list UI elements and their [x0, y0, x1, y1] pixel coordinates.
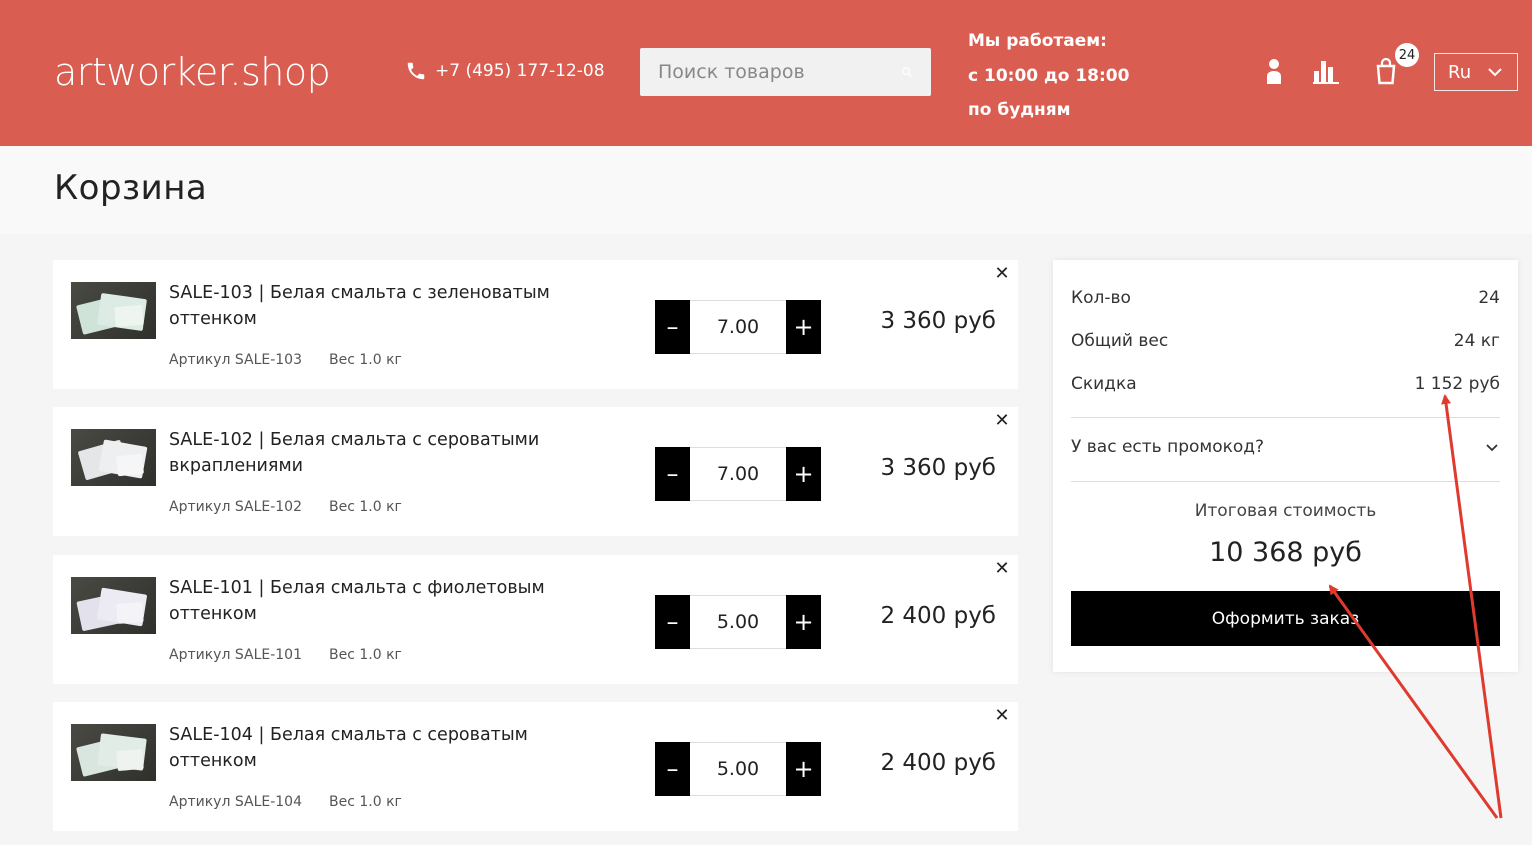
cart-item: SALE-104 | Белая смальта с сероватым отт… — [53, 702, 1018, 831]
product-image[interactable] — [71, 282, 156, 339]
close-icon[interactable]: ✕ — [993, 410, 1011, 431]
decrease-button[interactable]: – — [655, 447, 690, 501]
total-value: 10 368 руб — [1209, 537, 1362, 568]
language-value: Ru — [1448, 61, 1472, 83]
search-input[interactable] — [658, 61, 901, 83]
quantity-stepper: – 5.00 + — [655, 742, 821, 796]
summary-qty-row: Кол-во 24 — [1071, 288, 1500, 308]
product-weight: Вес 1.0 кг — [329, 499, 402, 515]
decrease-button[interactable]: – — [655, 742, 690, 796]
hours-line: Мы работаем: — [968, 31, 1107, 51]
product-image[interactable] — [71, 429, 156, 486]
product-name[interactable]: SALE-104 | Белая смальта с сероватым отт… — [169, 722, 609, 774]
phone-link[interactable]: +7 (495) 177-12-08 — [405, 60, 605, 82]
decrease-button[interactable]: – — [655, 595, 690, 649]
promo-code-label: У вас есть промокод? — [1071, 437, 1265, 457]
close-icon[interactable]: ✕ — [993, 705, 1011, 726]
quantity-stepper: – 7.00 + — [655, 447, 821, 501]
promo-code-toggle[interactable]: У вас есть промокод? — [1071, 437, 1500, 457]
chevron-down-icon — [1486, 444, 1498, 452]
product-sku: Артикул SALE-104 — [169, 794, 302, 810]
summary-qty-label: Кол-во — [1071, 288, 1131, 308]
summary-discount-label: Скидка — [1071, 374, 1137, 394]
quantity-value[interactable]: 5.00 — [690, 595, 786, 649]
item-price: 3 360 руб — [880, 455, 996, 481]
summary-weight-value: 24 кг — [1453, 331, 1500, 351]
increase-button[interactable]: + — [786, 447, 821, 501]
product-name[interactable]: SALE-101 | Белая смальта с фиолетовым от… — [169, 575, 609, 627]
decrease-button[interactable]: – — [655, 300, 690, 354]
summary-weight-row: Общий вес 24 кг — [1071, 331, 1500, 351]
product-name[interactable]: SALE-102 | Белая смальта с сероватыми вк… — [169, 427, 609, 479]
increase-button[interactable]: + — [786, 742, 821, 796]
product-meta: Артикул SALE-103 Вес 1.0 кг — [169, 352, 402, 368]
total-label: Итоговая стоимость — [1194, 501, 1377, 521]
product-meta: Артикул SALE-104 Вес 1.0 кг — [169, 794, 402, 810]
quantity-value[interactable]: 7.00 — [690, 447, 786, 501]
summary-discount-value: 1 152 руб — [1414, 374, 1500, 394]
product-weight: Вес 1.0 кг — [329, 647, 402, 663]
chevron-down-icon — [1488, 68, 1502, 77]
checkout-button[interactable]: Оформить заказ — [1071, 591, 1500, 646]
hours-line: по будням — [968, 100, 1071, 120]
close-icon[interactable]: ✕ — [993, 558, 1011, 579]
search-icon[interactable] — [901, 62, 913, 82]
search-box — [640, 48, 931, 96]
increase-button[interactable]: + — [786, 300, 821, 354]
product-meta: Артикул SALE-101 Вес 1.0 кг — [169, 647, 402, 663]
quantity-stepper: – 7.00 + — [655, 300, 821, 354]
language-select[interactable]: Ru — [1434, 53, 1518, 91]
product-image[interactable] — [71, 577, 156, 634]
cart-item: SALE-103 | Белая смальта с зеленоватым о… — [53, 260, 1018, 389]
product-weight: Вес 1.0 кг — [329, 352, 402, 368]
item-price: 3 360 руб — [880, 308, 996, 334]
product-sku: Артикул SALE-103 — [169, 352, 302, 368]
site-logo[interactable]: artworker.shop — [54, 50, 331, 94]
quantity-stepper: – 5.00 + — [655, 595, 821, 649]
summary-qty-value: 24 — [1478, 288, 1500, 308]
cart-count-badge: 24 — [1394, 42, 1420, 68]
order-summary: Кол-во 24 Общий вес 24 кг Скидка 1 152 р… — [1053, 260, 1518, 672]
summary-discount-row: Скидка 1 152 руб — [1071, 374, 1500, 394]
title-area: Корзина — [0, 146, 1532, 234]
product-name[interactable]: SALE-103 | Белая смальта с зеленоватым о… — [169, 280, 609, 332]
item-price: 2 400 руб — [880, 603, 996, 629]
summary-divider — [1071, 417, 1500, 418]
working-hours: Мы работаем: с 10:00 до 18:00 по будням — [968, 24, 1129, 128]
phone-icon — [407, 62, 425, 80]
cart-item: SALE-101 | Белая смальта с фиолетовым от… — [53, 555, 1018, 684]
quantity-value[interactable]: 7.00 — [690, 300, 786, 354]
phone-number: +7 (495) 177-12-08 — [435, 61, 605, 81]
user-icon[interactable] — [1260, 57, 1288, 85]
product-sku: Артикул SALE-101 — [169, 647, 302, 663]
product-image[interactable] — [71, 724, 156, 781]
site-header: artworker.shop +7 (495) 177-12-08 Мы раб… — [0, 0, 1532, 146]
product-weight: Вес 1.0 кг — [329, 794, 402, 810]
close-icon[interactable]: ✕ — [993, 263, 1011, 284]
increase-button[interactable]: + — [786, 595, 821, 649]
hours-line: с 10:00 до 18:00 — [968, 65, 1130, 86]
summary-weight-label: Общий вес — [1071, 331, 1169, 351]
page-title: Корзина — [54, 168, 208, 208]
product-meta: Артикул SALE-102 Вес 1.0 кг — [169, 499, 402, 515]
cart-item: SALE-102 | Белая смальта с сероватыми вк… — [53, 407, 1018, 536]
compare-icon[interactable] — [1312, 57, 1340, 85]
summary-divider — [1071, 481, 1500, 482]
product-sku: Артикул SALE-102 — [169, 499, 302, 515]
item-price: 2 400 руб — [880, 750, 996, 776]
quantity-value[interactable]: 5.00 — [690, 742, 786, 796]
